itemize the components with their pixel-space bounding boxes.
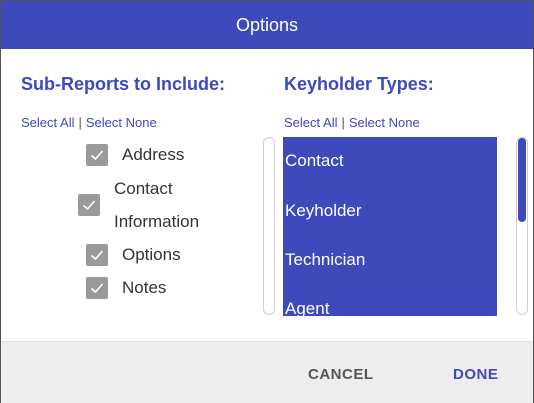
keyholder-types-scrollbar-thumb[interactable] [518,138,526,222]
notes-checkbox[interactable] [86,277,108,299]
list-item-contact[interactable]: Contact [285,151,344,171]
sub-reports-scrollbar[interactable] [263,137,275,315]
options-dialog: Options Sub-Reports to Include: Select A… [0,0,534,403]
checkbox-row-contact-information[interactable]: Contact Information [78,172,199,238]
contact-information-label: Contact Information [114,172,199,238]
cancel-button[interactable]: CANCEL [308,366,374,383]
notes-label: Notes [122,278,167,297]
done-button[interactable]: DONE [453,366,498,383]
dialog-title-bar: Options [1,1,533,49]
dialog-footer: CANCEL DONE [1,341,533,403]
check-icon [90,150,104,161]
sub-reports-heading: Sub-Reports to Include: [21,74,225,94]
sub-reports-select-links: Select All | Select None [21,115,157,130]
contact-information-checkbox[interactable] [78,194,100,216]
sub-reports-select-all-link[interactable]: Select All [21,115,74,130]
list-item-agent[interactable]: Agent [285,299,329,316]
options-checkbox[interactable] [86,244,108,266]
contact-information-label-line1: Contact [114,179,173,198]
checkbox-row-address[interactable]: Address [86,144,184,166]
keyholder-types-select-all-link[interactable]: Select All [284,115,337,130]
list-item-keyholder[interactable]: Keyholder [285,201,362,221]
keyholder-types-select-links: Select All | Select None [284,115,420,130]
list-item-technician[interactable]: Technician [285,250,365,270]
address-checkbox[interactable] [86,144,108,166]
sub-reports-select-none-link[interactable]: Select None [86,115,157,130]
dialog-title: Options [235,14,299,35]
contact-information-label-line2: Information [114,212,200,231]
checkbox-row-notes[interactable]: Notes [86,277,166,299]
keyholder-types-heading: Keyholder Types: [284,74,434,94]
check-icon [90,283,104,294]
separator: | [341,115,345,130]
keyholder-types-scrollbar[interactable] [516,137,528,315]
check-icon [82,200,96,211]
options-label: Options [122,245,181,264]
keyholder-types-listbox[interactable]: Contact Keyholder Technician Agent [283,137,497,316]
check-icon [90,250,104,261]
address-label: Address [122,145,185,164]
checkbox-row-options[interactable]: Options [86,244,181,266]
keyholder-types-select-none-link[interactable]: Select None [349,115,420,130]
separator: | [78,115,82,130]
